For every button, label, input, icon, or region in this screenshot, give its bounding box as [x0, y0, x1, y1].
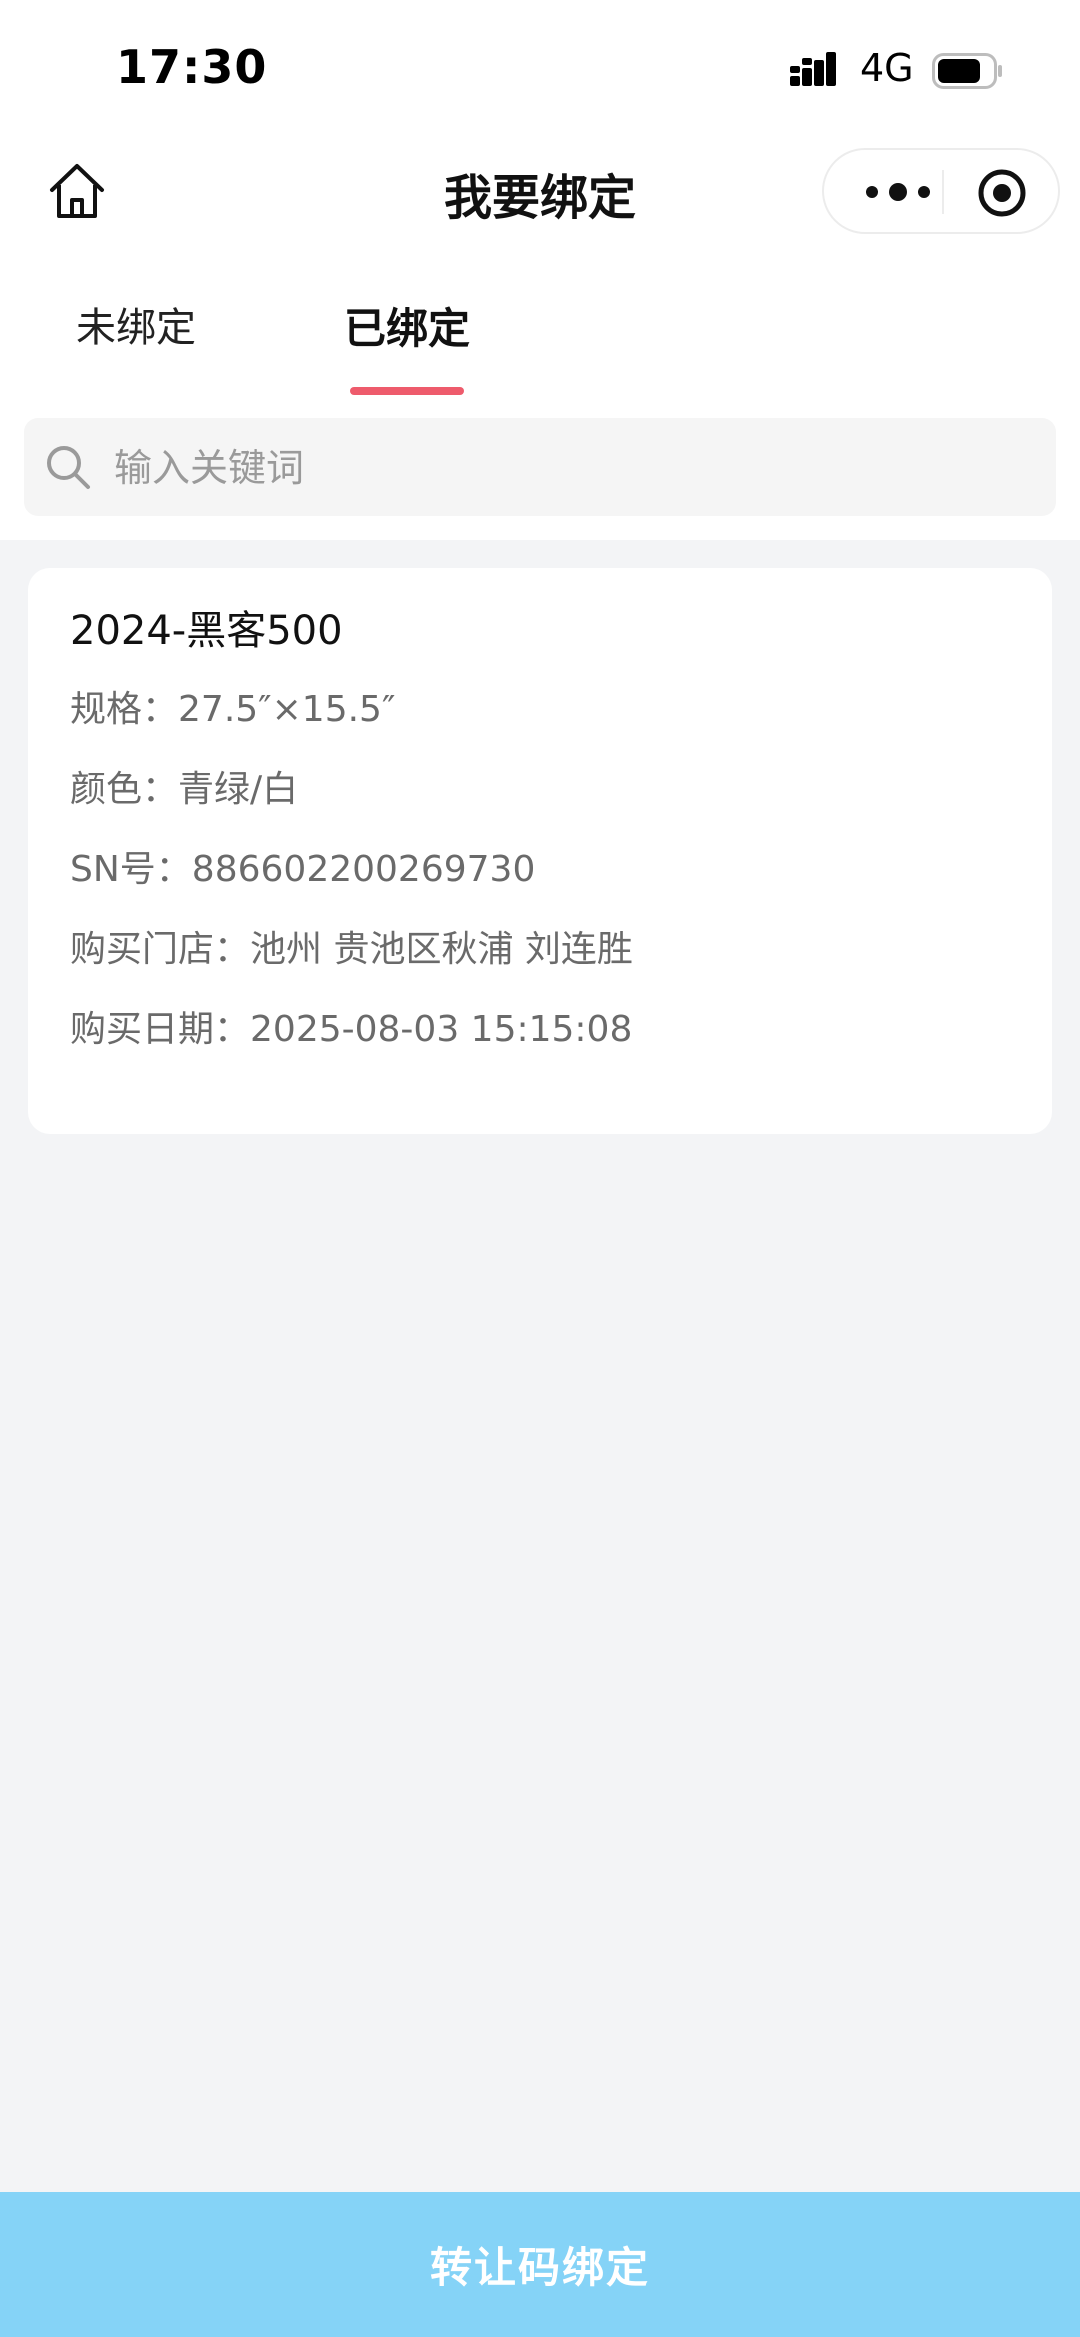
search-box [24, 418, 1056, 518]
spec-value: 27.5″×15.5″ [178, 689, 396, 730]
battery-icon [932, 53, 1002, 89]
sn-row: SN号：886602200269730 [70, 840, 535, 892]
sn-value: 886602200269730 [191, 849, 536, 890]
purchase-date-label: 购买日期： [70, 1009, 251, 1050]
transfer-code-bind-button[interactable]: 转让码绑定 [0, 2192, 1080, 2337]
color-row: 颜色：青绿/白 [70, 760, 298, 812]
product-title: 2024-黑客500 [70, 608, 343, 654]
capsule-divider [942, 170, 944, 214]
tab-unbound[interactable]: 未绑定 [76, 295, 196, 353]
more-icon[interactable] [854, 172, 942, 212]
active-tab-indicator [350, 387, 464, 395]
color-label: 颜色： [70, 769, 179, 810]
spec-label: 规格： [70, 689, 179, 730]
signal-icon [790, 52, 836, 86]
bound-product-card[interactable]: 2024-黑客500 规格：27.5″×15.5″ 颜色：青绿/白 SN号：88… [28, 568, 1052, 1134]
status-time: 17:30 [116, 40, 268, 94]
color-value: 青绿/白 [178, 769, 299, 810]
target-icon[interactable] [976, 167, 1028, 219]
spec-row: 规格：27.5″×15.5″ [70, 680, 395, 732]
store-value: 池州 贵池区秋浦 刘连胜 [250, 929, 633, 970]
mini-program-capsule [822, 148, 1060, 234]
store-row: 购买门店：池州 贵池区秋浦 刘连胜 [70, 920, 633, 972]
purchase-date-value: 2025-08-03 15:15:08 [250, 1009, 633, 1050]
sn-label: SN号： [70, 849, 192, 890]
store-label: 购买门店： [70, 929, 251, 970]
search-input[interactable] [112, 418, 1036, 518]
transfer-code-bind-label: 转让码绑定 [429, 2243, 650, 2292]
purchase-date-row: 购买日期：2025-08-03 15:15:08 [70, 1000, 632, 1052]
search-icon [47, 446, 90, 489]
tab-bound[interactable]: 已绑定 [344, 295, 470, 356]
network-label: 4G [860, 46, 914, 90]
